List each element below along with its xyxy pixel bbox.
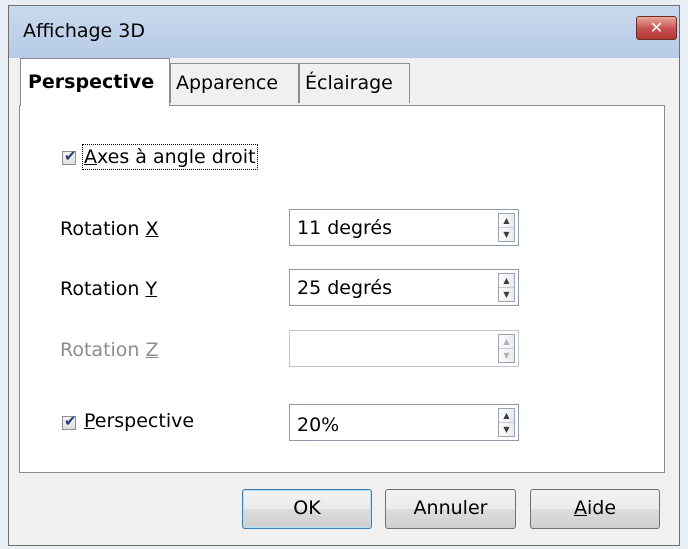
- rotation-y-spin-buttons[interactable]: ▲ ▼: [498, 273, 515, 302]
- perspective-label[interactable]: Perspective: [84, 410, 194, 432]
- rotation-y-spinbox[interactable]: 25 degrés ▲ ▼: [289, 269, 519, 306]
- rotation-z-spinbox: ▲ ▼: [289, 330, 519, 367]
- spin-down-icon: ▼: [503, 351, 510, 360]
- rotation-x-spin-buttons[interactable]: ▲ ▼: [498, 213, 515, 242]
- rotation-z-label: Rotation Z: [60, 339, 159, 361]
- right-angle-axes-checkbox[interactable]: ✔: [62, 147, 77, 165]
- perspective-value[interactable]: 20%: [297, 414, 339, 436]
- tab-apparence[interactable]: Apparence: [170, 63, 299, 103]
- perspective-spin-buttons[interactable]: ▲ ▼: [498, 408, 515, 437]
- title-bar[interactable]: Affichage 3D ✕: [9, 6, 679, 58]
- dialog-title: Affichage 3D: [23, 20, 146, 42]
- rotation-y-label: Rotation Y: [60, 278, 158, 300]
- spin-up-icon[interactable]: ▲: [499, 274, 514, 288]
- perspective-panel: ✔ Axes à angle droit Rotation X 11 degré…: [19, 105, 665, 473]
- spin-down-icon[interactable]: ▼: [499, 228, 514, 241]
- perspective-checkbox[interactable]: ✔: [62, 412, 77, 430]
- rotation-y-value[interactable]: 25 degrés: [297, 277, 392, 299]
- ok-button[interactable]: OK: [242, 489, 372, 529]
- tab-perspective[interactable]: Perspective: [20, 58, 170, 106]
- rotation-x-value[interactable]: 11 degrés: [297, 217, 392, 239]
- spin-up-icon: ▲: [499, 335, 514, 349]
- perspective-spinbox[interactable]: 20% ▲ ▼: [289, 404, 519, 441]
- rotation-x-spinbox[interactable]: 11 degrés ▲ ▼: [289, 209, 519, 246]
- right-angle-axes-label[interactable]: Axes à angle droit: [82, 144, 258, 170]
- help-button[interactable]: Aide: [530, 489, 660, 529]
- close-icon: ✕: [649, 18, 664, 37]
- spin-down-icon[interactable]: ▼: [499, 423, 514, 436]
- tab-eclairage[interactable]: Éclairage: [299, 63, 410, 103]
- checkmark-icon: ✔: [64, 147, 77, 165]
- cancel-button[interactable]: Annuler: [385, 489, 516, 529]
- rotation-x-label: Rotation X: [60, 218, 159, 240]
- rotation-z-spin-buttons: ▲ ▼: [498, 334, 515, 363]
- spin-up-icon[interactable]: ▲: [499, 409, 514, 423]
- close-button[interactable]: ✕: [636, 16, 677, 40]
- spin-down-icon[interactable]: ▼: [499, 288, 514, 301]
- spin-up-icon[interactable]: ▲: [499, 214, 514, 228]
- checkmark-icon: ✔: [64, 412, 77, 430]
